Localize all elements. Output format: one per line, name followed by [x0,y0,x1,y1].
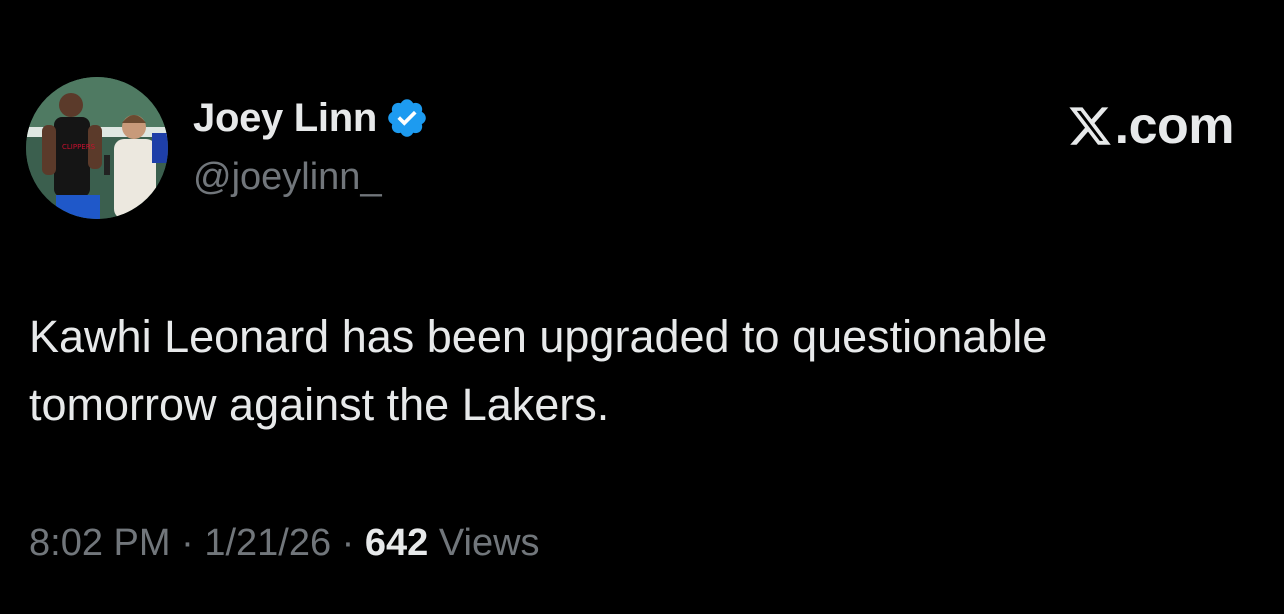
display-name[interactable]: Joey Linn [193,96,377,141]
tweet-time[interactable]: 8:02 PM [29,522,171,564]
svg-text:CLIPPERS: CLIPPERS [62,143,96,151]
tweet-text: Kawhi Leonard has been upgraded to quest… [29,303,1269,439]
avatar-photo: CLIPPERS [26,77,168,219]
x-brand-mark: .com [1067,96,1235,156]
handle[interactable]: @joeylinn_ [193,156,382,199]
tweet-text-line-2: tomorrow against the Lakers. [29,379,610,430]
views-label: Views [438,522,540,564]
avatar[interactable]: CLIPPERS [26,77,168,219]
author-name-row: Joey Linn [193,92,429,144]
tweet-date[interactable]: 1/21/26 [204,522,331,564]
meta-separator: · [181,522,194,564]
tweet-meta: 8:02 PM · 1/21/26 · 642 Views [29,522,540,565]
meta-separator: · [341,522,355,564]
x-logo-icon [1069,107,1111,145]
tweet-text-line-1: Kawhi Leonard has been upgraded to quest… [29,311,1048,362]
brand-suffix: .com [1114,97,1235,155]
verified-badge-icon [385,96,429,140]
views-count: 642 [364,522,429,564]
